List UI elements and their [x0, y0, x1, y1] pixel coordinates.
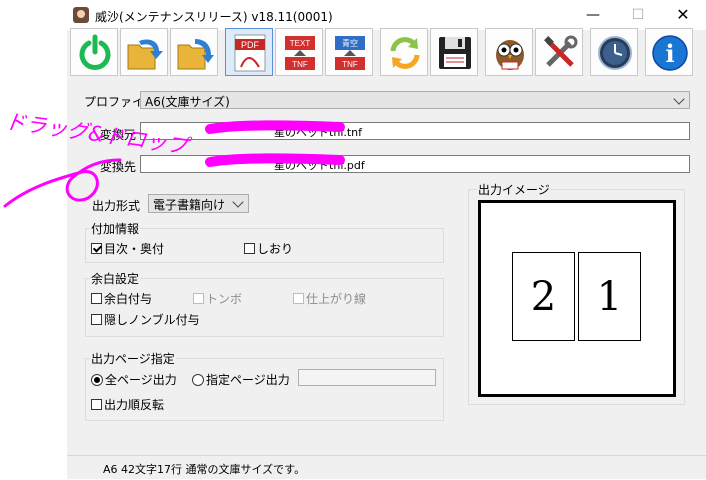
annotation-text: ドラッグ&ドロップ — [3, 109, 193, 159]
annotation-layer: ドラッグ&ドロップ — [3, 109, 345, 208]
redaction-stroke — [205, 153, 345, 167]
annotation-arrow — [3, 158, 122, 208]
redaction-stroke — [205, 120, 345, 134]
drag-and-drop-annotation: ドラッグ&ドロップ — [3, 109, 193, 208]
